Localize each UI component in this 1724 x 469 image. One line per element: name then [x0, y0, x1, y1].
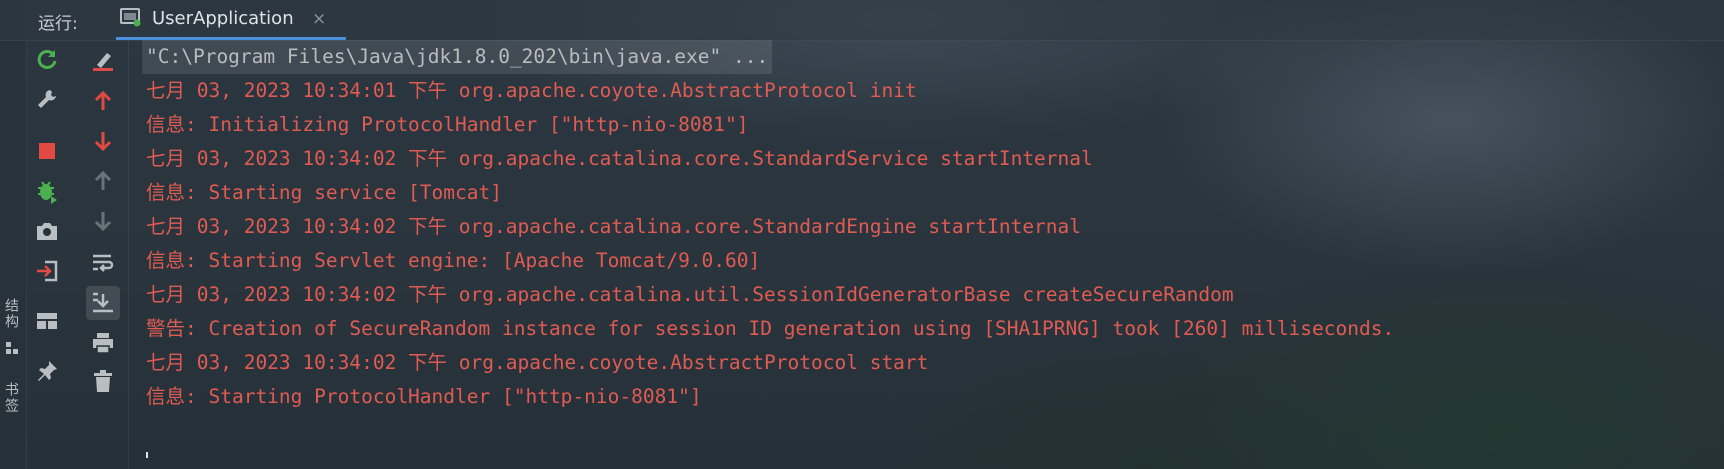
- enter-icon: [37, 260, 58, 282]
- soft-wrap-icon: [93, 254, 114, 272]
- close-icon[interactable]: ×: [312, 9, 326, 29]
- debug-bug-icon: [38, 181, 57, 204]
- run-config-icon: [120, 7, 142, 27]
- rerun-icon: [37, 49, 57, 69]
- pin-button[interactable]: [30, 354, 64, 388]
- side-panel-strip: 结构 书签: [0, 0, 27, 469]
- console-line: 信息: Starting Servlet engine: [Apache Tom…: [146, 249, 761, 272]
- debug-button[interactable]: [30, 174, 64, 208]
- console-line: 信息: Initializing ProtocolHandler ["http-…: [146, 113, 749, 136]
- console-line: 七月 03, 2023 10:34:02 下午 org.apache.coyot…: [146, 351, 929, 374]
- screenshot-button[interactable]: [30, 214, 64, 248]
- down-button[interactable]: [86, 124, 120, 158]
- scroll-to-end-icon: [93, 292, 113, 313]
- text-caret: [146, 452, 148, 458]
- console-line: 信息: Starting service [Tomcat]: [146, 181, 502, 204]
- run-tool-window-header: 运行: UserApplication ×: [0, 0, 1724, 41]
- trash-button[interactable]: [86, 364, 120, 398]
- console-output[interactable]: "C:\Program Files\Java\jdk1.8.0_202\bin\…: [130, 40, 1724, 469]
- layout-button[interactable]: [30, 304, 64, 338]
- camera-icon: [37, 223, 57, 240]
- console-line: 七月 03, 2023 10:34:02 下午 org.apache.catal…: [146, 147, 1093, 170]
- soft-wrap-button[interactable]: [86, 246, 120, 280]
- wrench-icon: [38, 90, 56, 108]
- scroll-to-end-button[interactable]: [86, 286, 120, 320]
- arrow-up-icon: [94, 90, 112, 110]
- structure-icon: [5, 340, 19, 354]
- stop-icon: [39, 143, 55, 159]
- up-disabled-button: [86, 164, 120, 198]
- structure-tab[interactable]: 结构: [1, 298, 21, 330]
- clear-button[interactable]: [86, 44, 120, 78]
- run-toolbar-secondary: [78, 40, 129, 469]
- up-button[interactable]: [86, 84, 120, 118]
- restore-layout-button[interactable]: [30, 254, 64, 288]
- run-label: 运行:: [38, 14, 78, 34]
- stop-button[interactable]: [30, 134, 64, 168]
- layout-icon: [37, 313, 57, 329]
- arrow-up-icon: [94, 170, 112, 190]
- console-command-line: "C:\Program Files\Java\jdk1.8.0_202\bin\…: [142, 40, 773, 74]
- bookmarks-tab[interactable]: 书签: [1, 382, 21, 414]
- console-line: 七月 03, 2023 10:34:02 下午 org.apache.catal…: [146, 215, 1082, 238]
- trash-icon: [94, 370, 112, 392]
- down-disabled-button: [86, 204, 120, 238]
- tab-user-application[interactable]: UserApplication ×: [116, 0, 346, 40]
- console-line: 七月 03, 2023 10:34:01 下午 org.apache.coyot…: [146, 79, 917, 102]
- clear-icon: [93, 53, 113, 71]
- console-line: 信息: Starting ProtocolHandler ["http-nio-…: [146, 385, 702, 408]
- console-line: 七月 03, 2023 10:34:02 下午 org.apache.catal…: [146, 283, 1234, 306]
- arrow-down-icon: [94, 212, 112, 232]
- rerun-button[interactable]: [30, 43, 64, 77]
- settings-button[interactable]: [30, 82, 64, 116]
- print-button[interactable]: [86, 326, 120, 360]
- run-toolbar-primary: [26, 40, 78, 469]
- printer-icon: [93, 333, 113, 354]
- pin-icon: [38, 361, 57, 381]
- arrow-down-icon: [94, 132, 112, 152]
- tab-title: UserApplication: [152, 8, 294, 29]
- console-line: 警告: Creation of SecureRandom instance fo…: [146, 317, 1395, 340]
